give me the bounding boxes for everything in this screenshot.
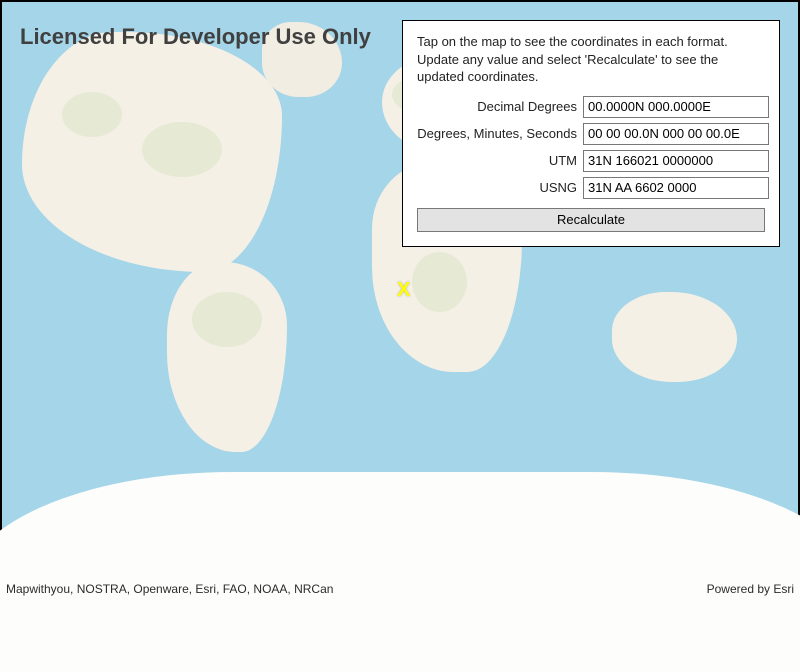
- vegetation-patch: [142, 122, 222, 177]
- label-decimal-degrees: Decimal Degrees: [417, 99, 577, 114]
- map-attribution-left: Mapwithyou, NOSTRA, Openware, Esri, FAO,…: [6, 582, 333, 596]
- recalculate-button[interactable]: Recalculate: [417, 208, 765, 232]
- input-dms[interactable]: [583, 123, 769, 145]
- landmass-south-america: [167, 262, 287, 452]
- landmass-antarctica: [0, 472, 800, 672]
- label-utm: UTM: [417, 153, 577, 168]
- map-attribution-right: Powered by Esri: [707, 582, 794, 596]
- vegetation-patch: [62, 92, 122, 137]
- vegetation-patch: [412, 252, 467, 312]
- input-decimal-degrees[interactable]: [583, 96, 769, 118]
- panel-instructions: Tap on the map to see the coordinates in…: [417, 33, 765, 86]
- label-usng: USNG: [417, 180, 577, 195]
- vegetation-patch: [192, 292, 262, 347]
- row-utm: UTM: [417, 150, 765, 172]
- label-dms: Degrees, Minutes, Seconds: [417, 126, 577, 141]
- row-decimal-degrees: Decimal Degrees: [417, 96, 765, 118]
- map-marker-icon: X: [397, 280, 410, 300]
- row-dms: Degrees, Minutes, Seconds: [417, 123, 765, 145]
- input-usng[interactable]: [583, 177, 769, 199]
- coordinate-panel: Tap on the map to see the coordinates in…: [402, 20, 780, 247]
- input-utm[interactable]: [583, 150, 769, 172]
- row-usng: USNG: [417, 177, 765, 199]
- landmass-australia: [612, 292, 737, 382]
- developer-watermark: Licensed For Developer Use Only: [20, 24, 371, 50]
